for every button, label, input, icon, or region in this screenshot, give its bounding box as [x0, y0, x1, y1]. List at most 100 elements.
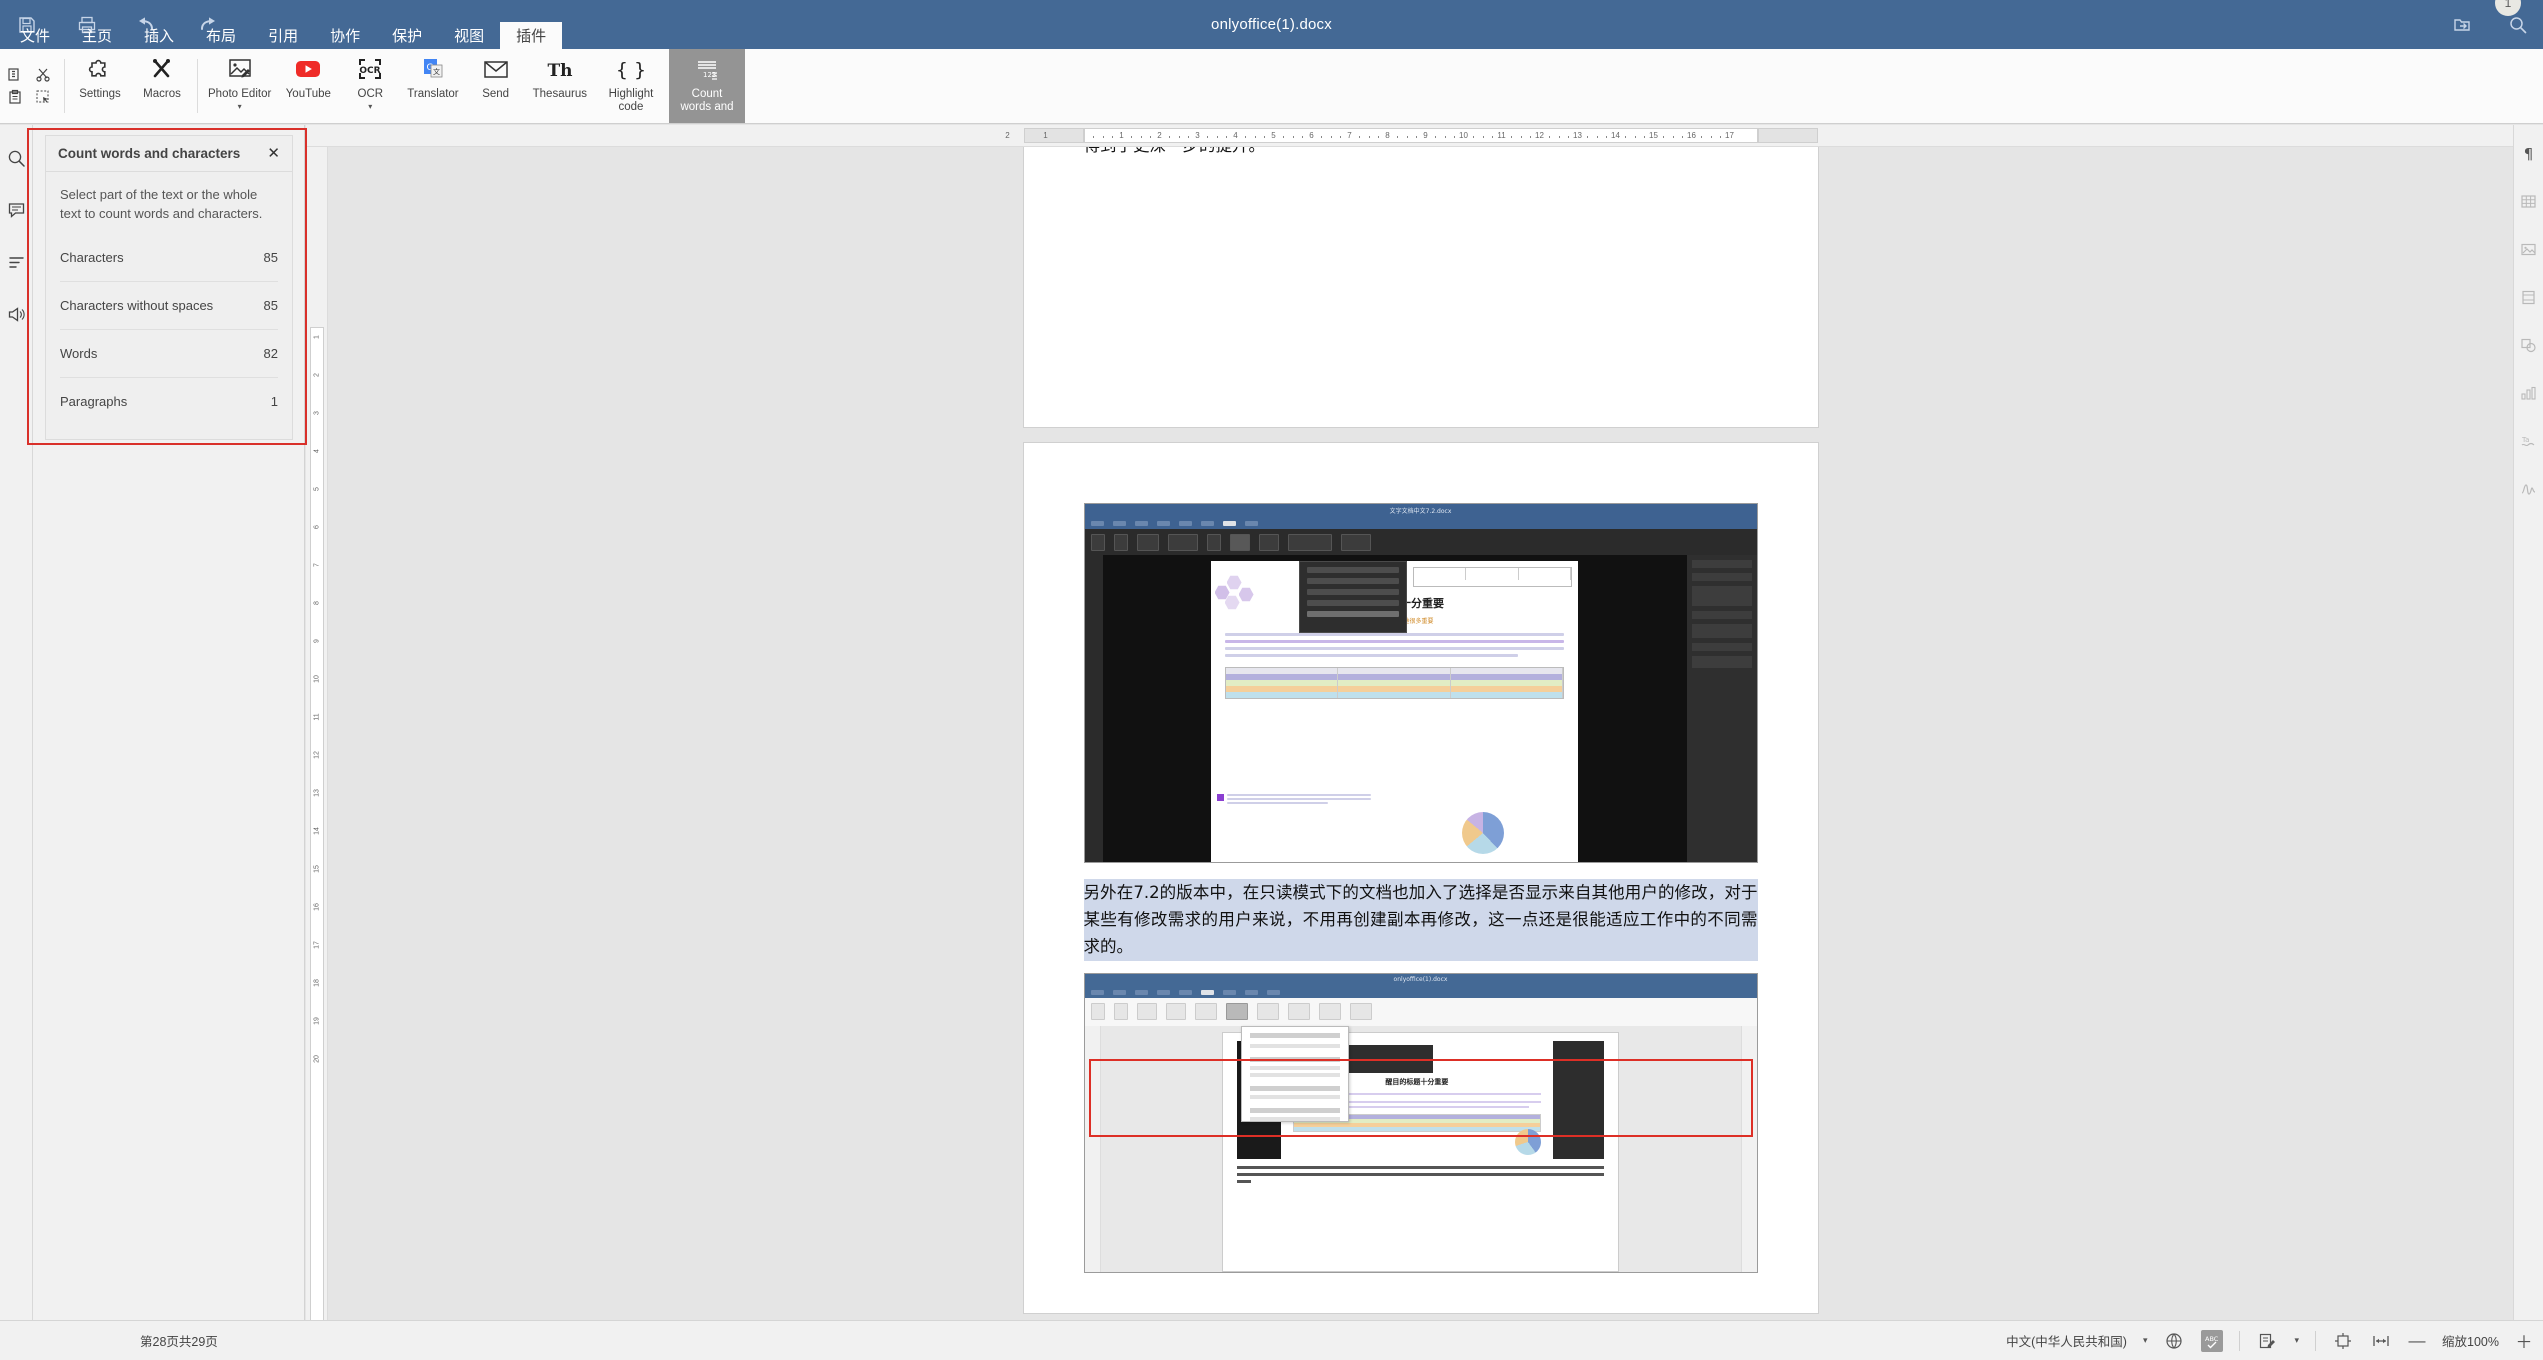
comment-icon[interactable]	[5, 199, 27, 221]
ruler-minor-tick	[1596, 136, 1598, 138]
ruler-tick: 4	[1233, 131, 1238, 140]
tab-layout[interactable]: 布局	[190, 22, 252, 49]
ribbon-settings-button[interactable]: Settings	[69, 49, 131, 123]
ruler-tick: 17	[1725, 131, 1734, 140]
svg-text:{ }: { }	[616, 59, 646, 81]
status-bar: 第28页共29页 中文(中华人民共和国) ▾ ABC ▾ — 缩放100% ＋	[0, 1320, 2543, 1360]
ribbon-ocr-button[interactable]: OCR OCR ▾	[339, 49, 401, 123]
stat-label-characters: Characters	[60, 249, 124, 265]
close-icon[interactable]: ✕	[267, 146, 280, 161]
zoom-out-button[interactable]: —	[2408, 1331, 2426, 1351]
zoom-label[interactable]: 缩放100%	[2442, 1331, 2499, 1350]
language-label[interactable]: 中文(中华人民共和国)	[2006, 1331, 2127, 1350]
embedded-2-tabs	[1084, 986, 1757, 998]
vruler-tick: 17	[313, 941, 321, 949]
table-settings-icon[interactable]	[2519, 191, 2539, 211]
document-paragraph-selected[interactable]: 另外在7.2的版本中，在只读模式下的文档也加入了选择是否显示来自其他用户的修改，…	[1083, 879, 1758, 961]
pages-scroll-container[interactable]: 另外实时查看起，连写，全新表单字段以及UI界面都有了一定的升级，可以说在使用体验…	[328, 147, 2513, 1320]
ribbon-thesaurus-button[interactable]: Th Thesaurus	[527, 49, 593, 123]
ruler-minor-tick	[1634, 136, 1636, 138]
ribbon-translator-button[interactable]: G文 Translator	[401, 49, 464, 123]
ruler-minor-tick	[1416, 136, 1417, 138]
horizontal-ruler[interactable]: 2 1 1 2 3 4 5 6 7 8 9 10 11 12 13 14 15 16 17	[306, 125, 2513, 147]
photo-editor-icon	[225, 53, 255, 85]
ruler-tick: 1	[1043, 131, 1048, 140]
status-divider-2	[2315, 1330, 2317, 1351]
vruler-tick: 15	[313, 865, 321, 873]
left-icon-rail	[0, 125, 33, 1320]
ribbon-photo-editor-label: Photo Editor	[208, 88, 272, 100]
ruler-minor-tick	[1606, 136, 1607, 138]
ribbon-highlight-code-button[interactable]: { } Highlight code	[593, 49, 669, 123]
ribbon-macros-button[interactable]: Macros	[131, 49, 193, 123]
ribbon-count-words-button[interactable]: 123 Count words and	[668, 49, 745, 123]
fit-page-icon[interactable]	[2332, 1330, 2354, 1352]
embedded-screenshot-2[interactable]: onlyoffice(1).docx 醒目的标题十分重要	[1083, 972, 1758, 1273]
ruler-minor-tick	[1530, 136, 1531, 138]
chevron-down-icon-ocr[interactable]: ▾	[368, 102, 372, 110]
document-paragraph-top[interactable]: 另外实时查看起，连写，全新表单字段以及UI界面都有了一定的升级，可以说在使用体验…	[1084, 147, 1758, 159]
stat-value-paragraphs: 1	[270, 394, 278, 410]
paragraph-settings-icon[interactable]: ¶	[2519, 143, 2539, 163]
paste-icon[interactable]	[6, 88, 24, 106]
chart-settings-icon[interactable]	[2519, 383, 2539, 403]
ribbon-photo-editor-button[interactable]: Photo Editor ▾	[202, 49, 277, 123]
chevron-down-icon-track[interactable]: ▾	[2294, 1335, 2299, 1346]
stat-value-words: 82	[263, 345, 278, 361]
ribbon-youtube-button[interactable]: YouTube	[277, 49, 339, 123]
braces-icon: { }	[616, 53, 646, 85]
tab-view[interactable]: 视图	[438, 22, 500, 49]
ruler-minor-tick	[1368, 136, 1370, 138]
svg-text:OCR: OCR	[360, 66, 381, 76]
ruler-minor-tick	[1701, 136, 1702, 138]
embedded-2-ribbon	[1084, 997, 1757, 1026]
tab-protection[interactable]: 保护	[376, 22, 438, 49]
stat-row-characters-no-spaces: Characters without spaces 85	[60, 282, 278, 330]
vruler-tick: 1	[313, 335, 321, 339]
navigation-icon[interactable]	[5, 251, 27, 273]
ruler-minor-tick	[1378, 136, 1379, 138]
spellcheck-icon[interactable]: ABC	[2201, 1329, 2224, 1352]
chevron-down-icon[interactable]: ▾	[238, 102, 242, 110]
ruler-minor-tick	[1207, 136, 1208, 138]
ruler-minor-tick	[1169, 136, 1170, 138]
fit-width-icon[interactable]	[2370, 1330, 2392, 1352]
embedded-1-inner-table	[1224, 667, 1565, 699]
embedded-screenshot-1[interactable]: 文字文档中文7.2.docx	[1083, 503, 1758, 863]
copy-icon[interactable]	[6, 66, 24, 84]
tab-insert[interactable]: 插入	[128, 22, 190, 49]
thesaurus-icon: Th	[545, 53, 575, 85]
ruler-minor-tick	[1321, 136, 1322, 138]
vruler-tick: 19	[313, 1017, 321, 1025]
track-changes-icon[interactable]	[2256, 1330, 2278, 1352]
image-settings-icon[interactable]	[2519, 239, 2539, 259]
signature-settings-icon[interactable]	[2519, 479, 2539, 499]
select-all-icon[interactable]	[34, 88, 52, 106]
ruler-minor-tick	[1549, 136, 1550, 138]
globe-icon[interactable]	[2163, 1330, 2185, 1352]
cut-icon[interactable]	[34, 66, 52, 84]
tab-file[interactable]: 文件	[4, 22, 66, 49]
tab-references[interactable]: 引用	[252, 22, 314, 49]
ruler-minor-tick	[1216, 136, 1218, 138]
tab-plugins[interactable]: 插件	[500, 22, 563, 49]
ruler-tick: 3	[1195, 131, 1200, 140]
search-icon-rail[interactable]	[5, 147, 27, 169]
status-divider-1	[2239, 1330, 2241, 1351]
feedback-icon[interactable]	[5, 303, 27, 325]
text-art-settings-icon[interactable]: Ta	[2519, 431, 2539, 451]
zoom-in-button[interactable]: ＋	[2515, 1328, 2533, 1353]
ruler-minor-tick	[1245, 136, 1246, 138]
header-footer-settings-icon[interactable]	[2519, 287, 2539, 307]
tab-collaboration[interactable]: 协作	[314, 22, 376, 49]
shape-settings-icon[interactable]	[2519, 335, 2539, 355]
ruler-minor-tick	[1226, 136, 1227, 138]
ribbon-macros-label: Macros	[143, 88, 181, 100]
ruler-minor-tick	[1672, 136, 1674, 138]
vertical-ruler[interactable]: 1 2 3 4 5 6 7 8 9 10 11 12 13 14 15 16 17 18 19 20	[306, 147, 328, 1320]
tab-home[interactable]: 主页	[66, 22, 128, 49]
ruler-tick: 16	[1687, 131, 1696, 140]
ribbon-send-button[interactable]: Send	[465, 49, 527, 123]
ruler-minor-tick	[1435, 136, 1436, 138]
chevron-down-icon-language[interactable]: ▾	[2143, 1335, 2148, 1346]
